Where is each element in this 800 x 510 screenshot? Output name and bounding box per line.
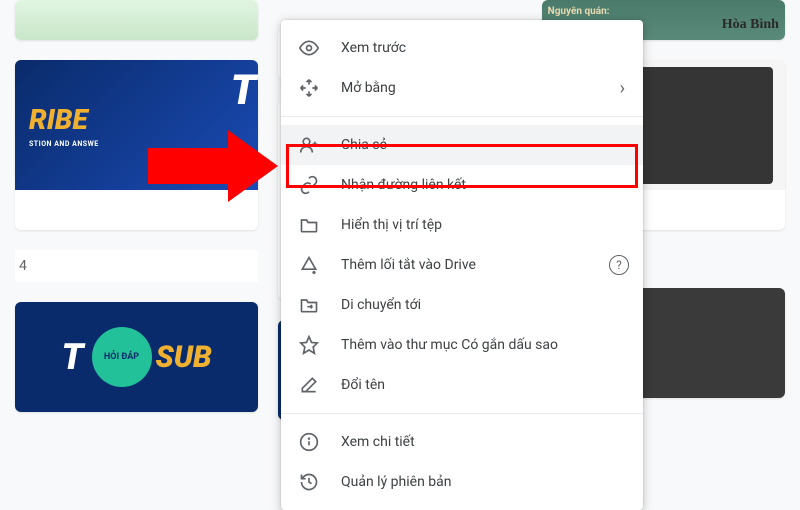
menu-move-to[interactable]: Di chuyển tới (281, 285, 643, 325)
rename-icon (299, 375, 319, 395)
menu-open-with[interactable]: Mở bằng › (281, 68, 643, 108)
menu-share[interactable]: Chia sẻ (281, 125, 643, 165)
id-value: Hòa Bình (722, 17, 779, 33)
menu-view-details[interactable]: Xem chi tiết (281, 422, 643, 462)
history-icon (299, 472, 319, 492)
menu-label: Xem trước (341, 40, 406, 56)
circle-badge: HỎI ĐÁP (92, 327, 152, 387)
context-menu: Xem trước Mở bằng › Chia sẻ Nhận đường l… (281, 20, 643, 510)
menu-add-shortcut[interactable]: Thêm lối tắt vào Drive ? (281, 245, 643, 285)
star-icon (299, 335, 319, 355)
move-to-icon (299, 295, 319, 315)
menu-divider (281, 116, 643, 117)
help-icon[interactable]: ? (609, 255, 629, 275)
menu-label: Di chuyển tới (341, 297, 421, 313)
menu-add-starred[interactable]: Thêm vào thư mục Có gắn dấu sao (281, 325, 643, 365)
thumb-text: RIBE (29, 103, 88, 136)
id-label: Nguyên quán: (548, 6, 610, 17)
menu-get-link[interactable]: Nhận đường liên kết (281, 165, 643, 205)
menu-label: Mở bằng (341, 80, 396, 96)
menu-preview[interactable]: Xem trước (281, 28, 643, 68)
open-with-icon (299, 78, 319, 98)
menu-label: Nhận đường liên kết (341, 177, 466, 193)
menu-divider (281, 413, 643, 414)
drive-shortcut-icon (299, 255, 319, 275)
info-icon (299, 432, 319, 452)
folder-icon (299, 215, 319, 235)
menu-label: Chia sẻ (341, 137, 387, 153)
file-label: 4 (15, 250, 258, 282)
menu-label: Xem chi tiết (341, 434, 415, 450)
menu-label: Quản lý phiên bản (341, 474, 451, 490)
menu-manage-versions[interactable]: Quản lý phiên bản (281, 462, 643, 502)
chevron-right-icon: › (620, 78, 625, 99)
menu-label: Hiển thị vị trí tệp (341, 217, 442, 233)
link-icon (299, 175, 319, 195)
menu-rename[interactable]: Đổi tên (281, 365, 643, 405)
thumb-text: SUB (156, 340, 212, 375)
menu-label: Thêm lối tắt vào Drive (341, 257, 476, 273)
person-add-icon (299, 135, 319, 155)
file-thumb[interactable]: T HỎI ĐÁP SUB (15, 302, 258, 412)
file-thumb[interactable] (15, 0, 258, 40)
menu-label: Đổi tên (341, 377, 385, 393)
menu-show-location[interactable]: Hiển thị vị trí tệp (281, 205, 643, 245)
eye-icon (299, 38, 319, 58)
file-thumb[interactable]: T RIBE STION AND ANSWE (15, 60, 258, 230)
thumb-subtext: STION AND ANSWE (29, 140, 99, 148)
menu-label: Thêm vào thư mục Có gắn dấu sao (341, 337, 558, 353)
